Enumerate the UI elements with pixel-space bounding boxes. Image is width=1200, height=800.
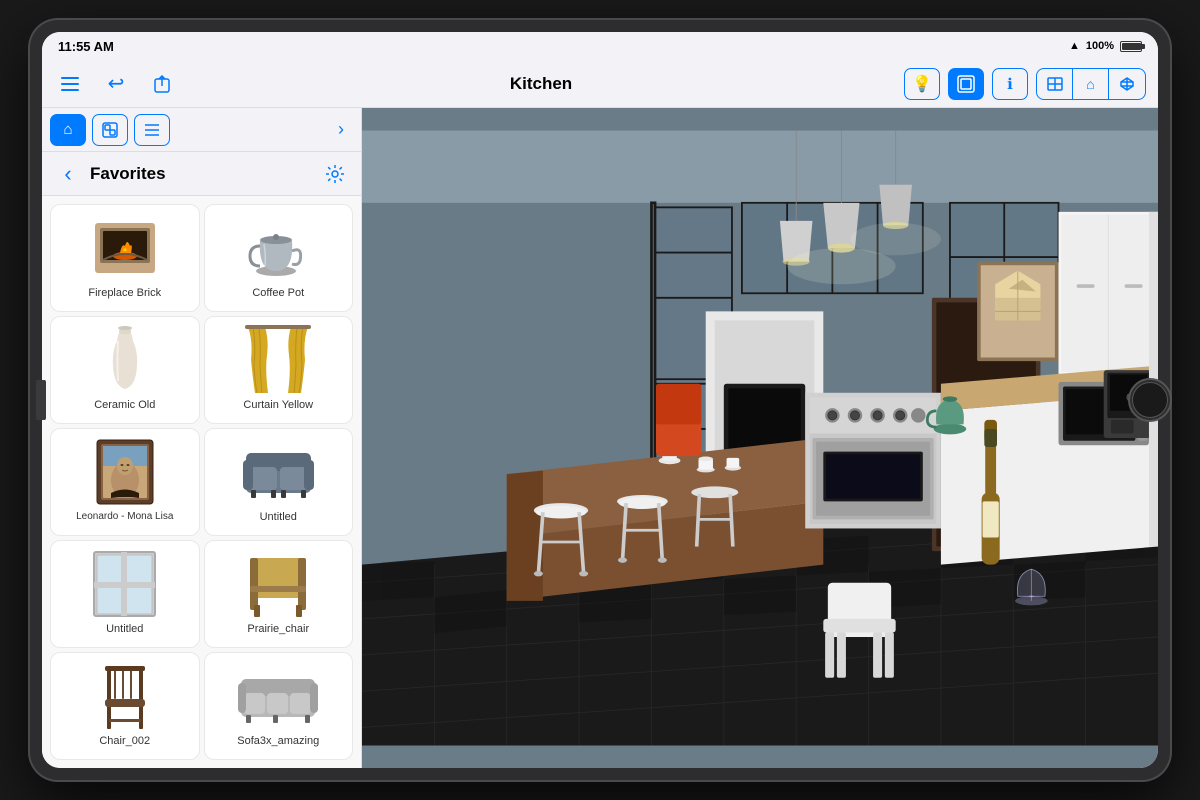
nav-title: Kitchen: [178, 74, 904, 94]
device-frame: 11:55 AM ▲ 100% ↩: [30, 20, 1170, 780]
untitled-window-label: Untitled: [106, 623, 143, 636]
chair-002-label: Chair_002: [99, 735, 150, 748]
kitchen-3d-view: [362, 108, 1158, 768]
item-curtain-yellow[interactable]: Curtain Yellow: [204, 316, 354, 424]
light-icon[interactable]: 💡: [904, 68, 940, 100]
curtain-yellow-label: Curtain Yellow: [243, 399, 313, 412]
nav-left: ↩: [54, 68, 178, 100]
sidebar-home-tab[interactable]: ⌂: [50, 114, 86, 146]
fireplace-brick-image: [85, 213, 165, 283]
prairie-chair-label: Prairie_chair: [247, 623, 309, 636]
3d-view-btn[interactable]: [948, 68, 984, 100]
ceramic-old-image: [85, 325, 165, 395]
back-button[interactable]: ‹: [54, 160, 82, 188]
mona-lisa-label: Leonardo - Mona Lisa: [76, 511, 173, 523]
info-btn[interactable]: ℹ: [992, 68, 1028, 100]
favorites-title: Favorites: [90, 164, 313, 184]
item-ceramic-old[interactable]: Ceramic Old: [50, 316, 200, 424]
chair-002-image: [85, 661, 165, 731]
share-icon[interactable]: [146, 68, 178, 100]
status-time: 11:55 AM: [58, 39, 114, 54]
item-untitled-sofa[interactable]: Untitled: [204, 428, 354, 536]
status-icons: ▲ 100%: [1069, 40, 1142, 52]
curtain-yellow-image: [238, 325, 318, 395]
undo-icon[interactable]: ↩: [100, 68, 132, 100]
sidebar: ⌂ ›: [42, 108, 362, 768]
coffee-pot-image: [238, 213, 318, 283]
sidebar-objects-tab[interactable]: [92, 114, 128, 146]
untitled-sofa-image: [238, 437, 318, 507]
sofa3x-image: [238, 661, 318, 731]
window-view-btn[interactable]: [1037, 69, 1073, 99]
3d-box-btn[interactable]: [1109, 69, 1145, 99]
device-screen: 11:55 AM ▲ 100% ↩: [42, 32, 1158, 768]
untitled-window-image: [85, 549, 165, 619]
sidebar-list-tab[interactable]: [134, 114, 170, 146]
prairie-chair-image: [238, 549, 318, 619]
untitled-label: Untitled: [260, 511, 297, 524]
status-bar: 11:55 AM ▲ 100%: [42, 32, 1158, 60]
item-fireplace-brick[interactable]: Fireplace Brick: [50, 204, 200, 312]
nav-bar: ↩ Kitchen 💡: [42, 60, 1158, 108]
items-grid: Fireplace Brick: [42, 196, 361, 768]
kitchen-scene-svg: [362, 108, 1158, 768]
item-prairie-chair[interactable]: Prairie_chair: [204, 540, 354, 648]
view-group: ⌂: [1036, 68, 1146, 100]
mona-lisa-image: [85, 437, 165, 507]
item-chair-002[interactable]: Chair_002: [50, 652, 200, 760]
coffee-pot-label: Coffee Pot: [252, 287, 304, 300]
battery-icon: [1120, 41, 1142, 52]
menu-icon[interactable]: [54, 68, 86, 100]
fireplace-brick-label: Fireplace Brick: [88, 287, 161, 300]
camera-button: [36, 380, 46, 420]
ceramic-old-label: Ceramic Old: [94, 399, 155, 412]
favorites-settings-btn[interactable]: [321, 160, 349, 188]
sofa3x-label: Sofa3x_amazing: [237, 735, 319, 748]
sidebar-toolbar: ⌂ ›: [42, 108, 361, 152]
sidebar-expand-btn[interactable]: ›: [329, 118, 353, 142]
item-sofa3x[interactable]: Sofa3x_amazing: [204, 652, 354, 760]
home-button[interactable]: [1128, 378, 1172, 422]
item-mona-lisa[interactable]: Leonardo - Mona Lisa: [50, 428, 200, 536]
favorites-header: ‹ Favorites: [42, 152, 361, 196]
battery-label: 100%: [1086, 40, 1114, 52]
house-view-btn[interactable]: ⌂: [1073, 69, 1109, 99]
nav-right: 💡 ℹ: [904, 68, 1146, 100]
item-untitled-window[interactable]: Untitled: [50, 540, 200, 648]
main-content: ⌂ ›: [42, 108, 1158, 768]
wifi-icon: ▲: [1069, 40, 1080, 52]
item-coffee-pot[interactable]: Coffee Pot: [204, 204, 354, 312]
